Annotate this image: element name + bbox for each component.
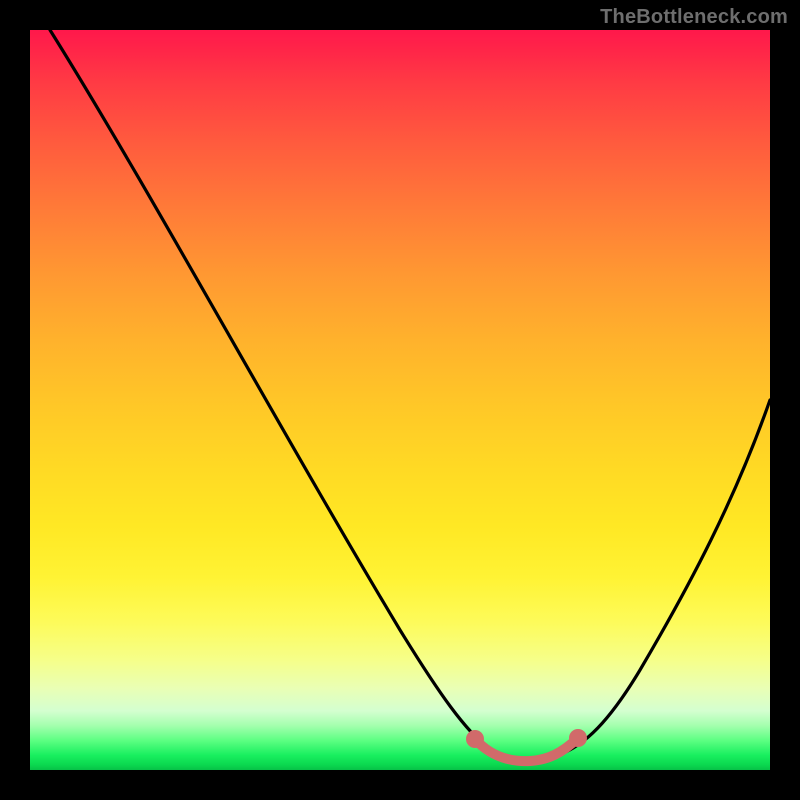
watermark-text: TheBottleneck.com: [600, 6, 788, 29]
optimal-right-marker: [569, 729, 587, 747]
chart-frame: TheBottleneck.com: [0, 0, 800, 800]
plot-area: [30, 30, 770, 770]
bottleneck-curve: [50, 30, 770, 760]
curve-layer: [30, 30, 770, 770]
optimal-left-marker: [466, 730, 484, 748]
optimal-range-segment: [475, 738, 578, 761]
